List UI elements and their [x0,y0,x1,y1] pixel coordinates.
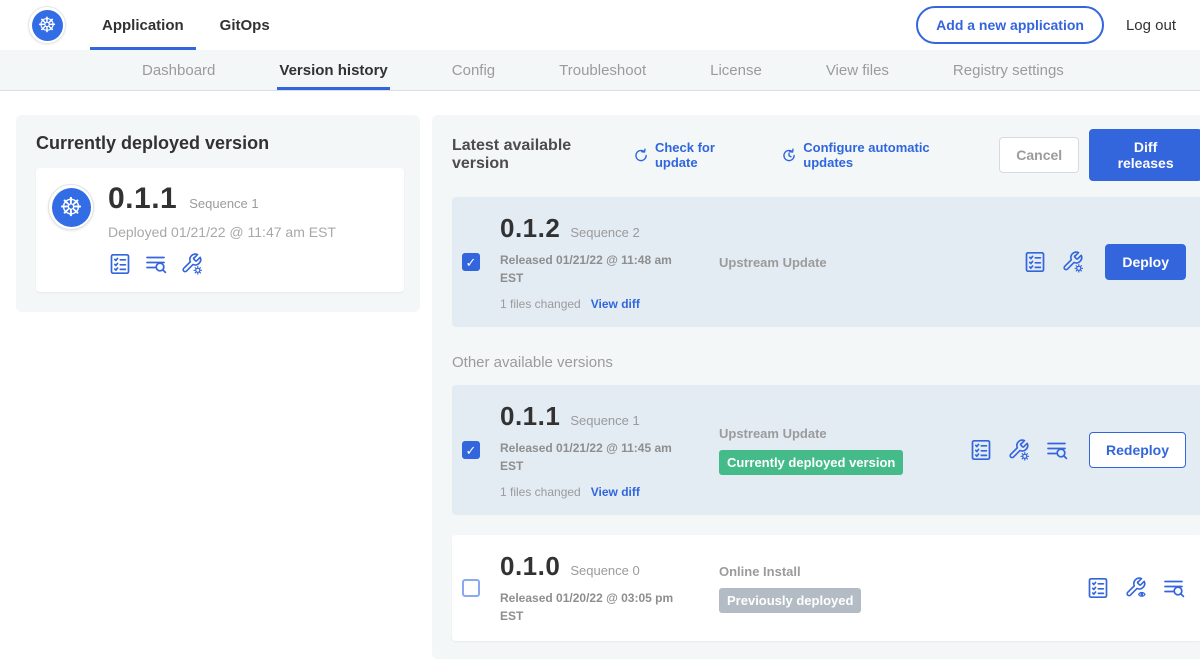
diff-releases-button[interactable]: Diff releases [1089,129,1200,181]
latest-available-panel: Latest available version Check for updat… [432,115,1200,659]
version-row-0-1-0: 0.1.0 Sequence 0 Released 01/20/22 @ 03:… [452,535,1200,641]
version-checkbox[interactable] [462,579,480,597]
version-sequence: Sequence 1 [570,413,639,428]
edit-config-icon[interactable] [1007,438,1031,462]
version-released: Released 01/21/22 @ 11:45 am EST [500,439,690,475]
deploy-button[interactable]: Deploy [1105,244,1186,280]
currently-deployed-badge: Currently deployed version [719,450,903,475]
latest-available-title: Latest available version [452,137,623,173]
main-content: Currently deployed version ☸ 0.1.1 Seque… [0,91,1200,659]
add-application-button[interactable]: Add a new application [916,6,1104,44]
redeploy-button[interactable]: Redeploy [1089,432,1186,468]
check-icon: ✓ [466,444,477,457]
view-diff-link[interactable]: View diff [591,485,640,499]
version-source: Online Install [719,564,969,579]
view-config-icon[interactable] [1124,576,1148,600]
edit-config-icon[interactable] [1061,250,1085,274]
schedule-update-icon [781,147,797,164]
subnav-item-dashboard[interactable]: Dashboard [140,50,217,90]
version-sequence: Sequence 0 [570,563,639,578]
files-changed-label: 1 files changed [500,485,581,499]
version-number: 0.1.2 [500,213,560,244]
edit-config-icon[interactable] [180,252,204,276]
view-logs-icon[interactable] [144,252,168,276]
version-source: Upstream Update [719,426,969,441]
subnav-item-registry-settings[interactable]: Registry settings [951,50,1066,90]
currently-deployed-card: ☸ 0.1.1 Sequence 1 Deployed 01/21/22 @ 1… [36,168,404,292]
deployed-version-sequence: Sequence 1 [189,196,258,211]
deployed-version-number: 0.1.1 [108,182,177,216]
subnav-item-config[interactable]: Config [450,50,497,90]
version-row-0-1-1: ✓ 0.1.1 Sequence 1 Released 01/21/22 @ 1… [452,385,1200,515]
other-versions-heading: Other available versions [452,354,1200,371]
refresh-icon [633,147,649,164]
app-icon: ☸ [48,184,94,230]
previously-deployed-badge: Previously deployed [719,588,861,613]
release-notes-icon[interactable] [108,252,132,276]
check-for-update-link[interactable]: Check for update [633,140,755,170]
top-tabs: Application GitOps [90,0,294,50]
kubernetes-wheel-icon: ☸ [32,10,63,41]
currently-deployed-title: Currently deployed version [36,133,404,154]
subnav-item-view-files[interactable]: View files [824,50,891,90]
version-released: Released 01/20/22 @ 03:05 pm EST [500,589,690,625]
kubernetes-wheel-icon: ☸ [52,188,91,227]
version-row-0-1-2: ✓ 0.1.2 Sequence 2 Released 01/21/22 @ 1… [452,197,1200,327]
kubernetes-logo: ☸ [28,6,66,44]
logout-link[interactable]: Log out [1126,17,1176,34]
view-diff-link[interactable]: View diff [591,297,640,311]
version-checkbox[interactable]: ✓ [462,441,480,459]
subnav-item-license[interactable]: License [708,50,764,90]
currently-deployed-panel: Currently deployed version ☸ 0.1.1 Seque… [16,115,420,312]
subnav-item-troubleshoot[interactable]: Troubleshoot [557,50,648,90]
tab-gitops[interactable]: GitOps [208,0,282,50]
release-notes-icon[interactable] [1023,250,1047,274]
deployed-timestamp: Deployed 01/21/22 @ 11:47 am EST [108,224,336,240]
release-notes-icon[interactable] [1086,576,1110,600]
check-icon: ✓ [466,256,477,269]
view-logs-icon[interactable] [1162,576,1186,600]
version-released: Released 01/21/22 @ 11:48 am EST [500,251,690,287]
app-sub-nav: Dashboard Version history Config Trouble… [0,50,1200,91]
version-number: 0.1.1 [500,401,560,432]
release-notes-icon[interactable] [969,438,993,462]
cancel-button[interactable]: Cancel [999,137,1079,173]
version-checkbox[interactable]: ✓ [462,253,480,271]
top-nav: ☸ Application GitOps Add a new applicati… [0,0,1200,50]
version-sequence: Sequence 2 [570,225,639,240]
subnav-item-version-history[interactable]: Version history [277,50,389,90]
files-changed-label: 1 files changed [500,297,581,311]
configure-automatic-updates-link[interactable]: Configure automatic updates [781,140,973,170]
version-source: Upstream Update [719,255,969,270]
version-number: 0.1.0 [500,551,560,582]
view-logs-icon[interactable] [1045,438,1069,462]
tab-application[interactable]: Application [90,0,196,50]
